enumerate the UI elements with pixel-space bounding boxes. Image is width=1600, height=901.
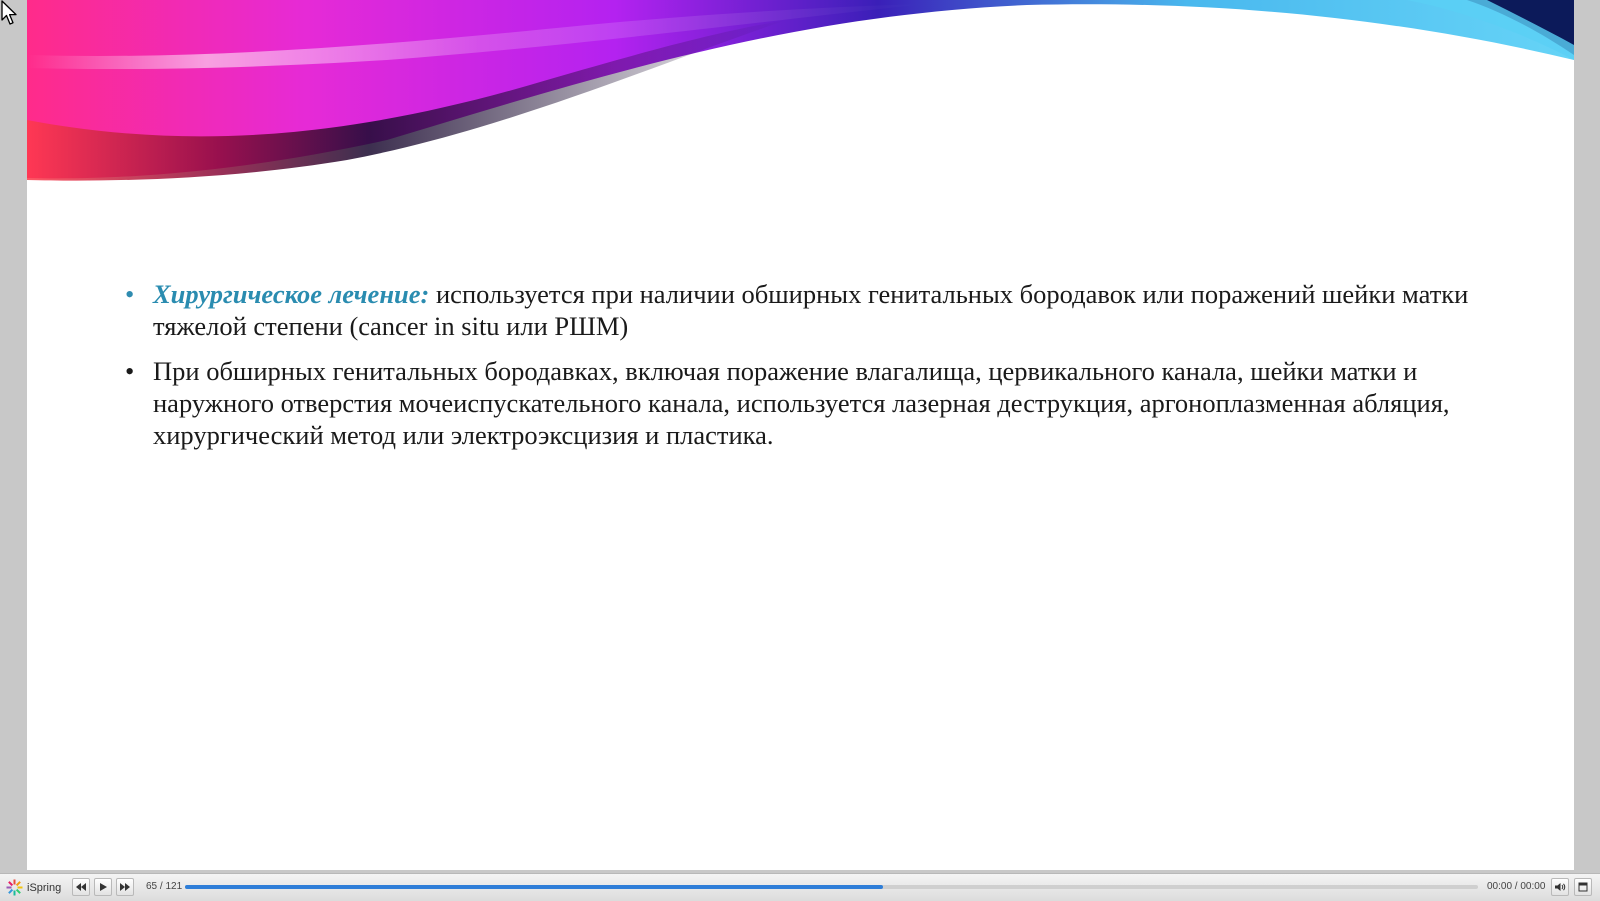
previous-slide-button[interactable]: [72, 878, 90, 896]
skip-back-icon: [76, 883, 86, 891]
skip-forward-icon: [120, 883, 130, 891]
brand-label: iSpring: [27, 881, 62, 894]
slide-header-decoration: [27, 0, 1574, 181]
player-control-bar: iSpring 65 / 121 00:00 / 00:00: [0, 873, 1600, 901]
bullet-body-text: При обширных генитальных бородавках, вкл…: [153, 356, 1450, 450]
bullet-item-surgical: • Хирургическое лечение: используется пр…: [123, 278, 1483, 342]
fullscreen-button[interactable]: [1574, 878, 1592, 896]
next-slide-button[interactable]: [116, 878, 134, 896]
ispring-logo-icon: [6, 879, 23, 896]
play-icon: [100, 883, 107, 891]
play-button[interactable]: [94, 878, 112, 896]
mouse-pointer-icon: [1, 0, 17, 25]
slide-counter: 65 / 121: [146, 881, 183, 892]
bullet-list: • Хирургическое лечение: используется пр…: [123, 278, 1483, 464]
volume-button[interactable]: [1551, 878, 1569, 896]
presentation-stage: • Хирургическое лечение: используется пр…: [0, 0, 1600, 901]
fullscreen-icon: [1578, 882, 1588, 892]
progress-track[interactable]: [185, 885, 1478, 889]
volume-icon: [1555, 883, 1566, 891]
progress-fill: [185, 885, 884, 889]
bullet-lead-text: Хирургическое лечение:: [153, 279, 430, 309]
time-readout: 00:00 / 00:00: [1487, 881, 1546, 892]
slide: • Хирургическое лечение: используется пр…: [27, 0, 1574, 870]
bullet-item-extensive-warts: • При обширных генитальных бородавках, в…: [123, 355, 1483, 451]
brand-logo[interactable]: iSpring: [6, 879, 61, 896]
bullet-marker: •: [125, 356, 135, 386]
bullet-marker: •: [125, 279, 135, 309]
